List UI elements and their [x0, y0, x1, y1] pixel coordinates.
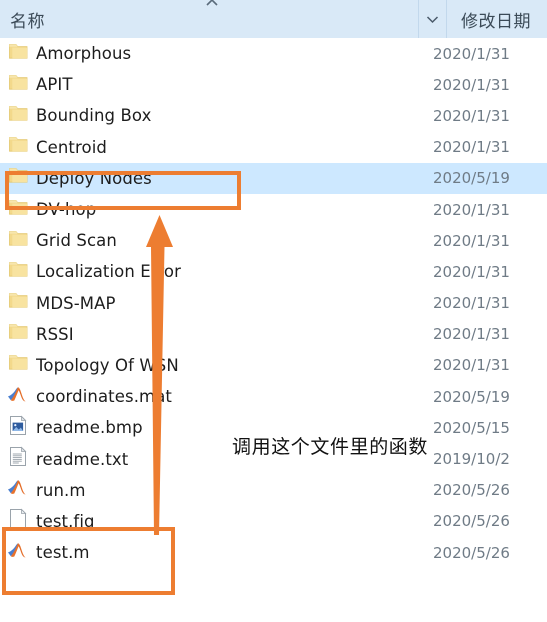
file-date-modified: 2020/1/31 [433, 356, 510, 375]
file-row[interactable]: run.m 2020/5/26 [0, 475, 547, 506]
file-date-modified: 2020/1/31 [433, 294, 510, 313]
file-date-modified: 2020/5/19 [433, 169, 510, 188]
matlab-icon [7, 478, 29, 502]
file-list: Amorphous 2020/1/31 APIT 2020/1/31 Bounding … [0, 38, 547, 568]
file-row[interactable]: Topology Of WSN 2020/1/31 [0, 350, 547, 381]
folder-icon [8, 322, 29, 346]
file-icon-cell [0, 42, 36, 66]
file-icon-cell [0, 385, 36, 409]
blank-file-icon [9, 508, 27, 534]
file-row[interactable]: coordinates.mat 2020/5/19 [0, 381, 547, 412]
file-row[interactable]: Centroid 2020/1/31 [0, 132, 547, 163]
column-header-date[interactable]: 修改日期 [447, 0, 547, 38]
file-icon-cell [0, 104, 36, 128]
folder-icon [8, 260, 29, 284]
column-header-bar: 名称 修改日期 [0, 0, 547, 38]
column-header-name[interactable]: 名称 [0, 0, 419, 38]
folder-icon [8, 229, 29, 253]
file-row[interactable]: Localization Error 2020/1/31 [0, 256, 547, 287]
folder-icon [8, 166, 29, 190]
file-date-modified: 2020/1/31 [433, 106, 510, 125]
file-row[interactable]: Amorphous 2020/1/31 [0, 38, 547, 69]
file-row[interactable]: RSSI 2020/1/31 [0, 319, 547, 350]
file-date-modified: 2020/5/26 [433, 481, 510, 500]
file-row[interactable]: MDS-MAP 2020/1/31 [0, 288, 547, 319]
file-row[interactable]: Bounding Box 2020/1/31 [0, 100, 547, 131]
file-icon-cell [0, 478, 36, 502]
file-row[interactable]: test.m 2020/5/26 [0, 537, 547, 568]
file-explorer-pane: 名称 修改日期 Amorphous 2020/1/31 APIT 2020/1/31 B… [0, 0, 547, 622]
file-date-modified: 2020/1/31 [433, 138, 510, 157]
file-icon-cell [0, 166, 36, 190]
file-row[interactable]: Deploy Nodes 2020/5/19 [0, 162, 547, 194]
file-date-modified: 2020/1/31 [433, 75, 510, 94]
folder-icon [8, 198, 29, 222]
file-date-modified: 2020/1/31 [433, 200, 510, 219]
file-icon-cell [0, 291, 36, 315]
file-row[interactable]: Grid Scan 2020/1/31 [0, 225, 547, 256]
file-icon-cell [0, 353, 36, 377]
matlab-icon [7, 385, 29, 409]
file-icon-cell [0, 198, 36, 222]
file-date-modified: 2020/1/31 [433, 325, 510, 344]
file-date-modified: 2020/5/15 [433, 418, 510, 437]
file-icon-cell [0, 446, 36, 472]
folder-icon [8, 104, 29, 128]
caret-up-icon [205, 0, 219, 7]
chevron-down-icon[interactable] [419, 0, 447, 38]
text-file-icon [9, 446, 27, 472]
folder-icon [8, 135, 29, 159]
file-date-modified: 2020/1/31 [433, 231, 510, 250]
file-icon-cell [0, 541, 36, 565]
file-row[interactable]: APIT 2020/1/31 [0, 69, 547, 100]
file-date-modified: 2020/5/26 [433, 543, 510, 562]
file-date-modified: 2020/5/26 [433, 512, 510, 531]
column-header-name-label: 名称 [10, 11, 45, 32]
bitmap-icon [9, 415, 27, 441]
annotation-note-text: 调用这个文件里的函数 [232, 436, 429, 458]
file-date-modified: 2020/5/19 [433, 387, 510, 406]
file-row[interactable]: test.fig 2020/5/26 [0, 506, 547, 537]
file-icon-cell [0, 229, 36, 253]
column-header-date-label: 修改日期 [461, 11, 531, 32]
matlab-icon [7, 541, 29, 565]
file-date-modified: 2019/10/2 [433, 450, 510, 469]
folder-icon [8, 291, 29, 315]
file-icon-cell [0, 260, 36, 284]
file-icon-cell [0, 508, 36, 534]
file-icon-cell [0, 135, 36, 159]
file-icon-cell [0, 415, 36, 441]
file-icon-cell [0, 322, 36, 346]
folder-icon [8, 73, 29, 97]
file-icon-cell [0, 73, 36, 97]
folder-icon [8, 42, 29, 66]
file-date-modified: 2020/1/31 [433, 262, 510, 281]
file-row[interactable]: DV-hop 2020/1/31 [0, 194, 547, 225]
file-date-modified: 2020/1/31 [433, 44, 510, 63]
folder-icon [8, 353, 29, 377]
